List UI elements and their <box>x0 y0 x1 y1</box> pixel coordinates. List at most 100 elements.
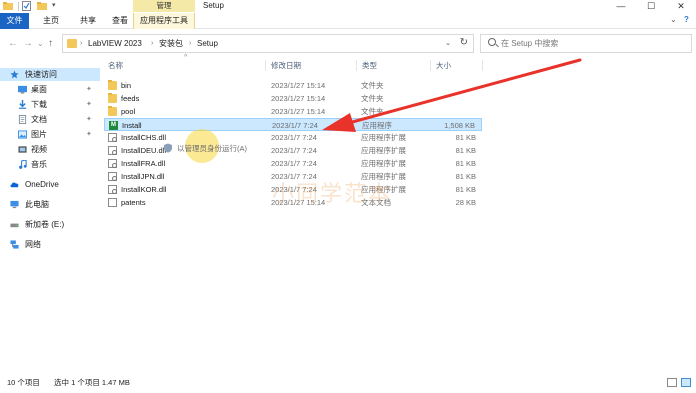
window-title: Setup <box>203 1 224 10</box>
file-date: 2023/1/7 7:24 <box>271 159 317 168</box>
help-icon[interactable]: ? <box>684 15 689 24</box>
column-header-name[interactable]: 名称 <box>108 61 123 71</box>
sidebar-item-label: 新加卷 (E:) <box>25 220 65 229</box>
tab-home[interactable]: 主页 <box>36 13 66 29</box>
document-icon <box>18 115 27 124</box>
run-as-admin-tooltip: 以管理员身份运行(A) <box>177 144 247 153</box>
file-type: 文件夹 <box>361 81 384 90</box>
column-divider[interactable] <box>482 60 483 71</box>
address-history-dropdown[interactable]: ⌄ <box>445 38 451 49</box>
pin-icon: ✦ <box>86 86 92 93</box>
tab-share[interactable]: 共享 <box>73 13 103 29</box>
file-row-installchs[interactable]: InstallCHS.dll 2023/1/7 7:24 应用程序扩展 81 K… <box>104 131 482 144</box>
address-bar[interactable]: › LabVIEW 2023 › 安装包 › Setup ⌄ ↻ <box>62 34 474 53</box>
customize-quick-access-icon[interactable]: ▾ <box>52 1 58 11</box>
tab-application-tools[interactable]: 应用程序工具 <box>133 13 195 29</box>
search-box[interactable]: 在 Setup 中搜索 <box>480 34 692 53</box>
sidebar-item-network[interactable]: 网络 <box>0 238 100 251</box>
drive-icon <box>10 223 19 228</box>
breadcrumb-installer[interactable]: 安装包 <box>159 38 183 49</box>
sidebar-item-label: 文档 <box>31 115 47 124</box>
file-date: 2023/1/7 7:24 <box>271 133 317 142</box>
dll-icon <box>108 159 117 168</box>
column-divider[interactable] <box>265 60 266 71</box>
file-date: 2023/1/27 15:14 <box>271 94 326 103</box>
minimize-button[interactable]: — <box>606 0 636 12</box>
breadcrumb-labview-2023[interactable]: LabVIEW 2023 <box>88 38 142 49</box>
pin-icon: ✦ <box>86 116 92 123</box>
file-row-installdeu[interactable]: InstallDEU.dll 2023/1/7 7:24 应用程序扩展 81 K… <box>104 144 482 157</box>
file-type: 应用程序扩展 <box>361 133 406 142</box>
sidebar-item-label: 快速访问 <box>25 70 57 79</box>
file-type: 文件夹 <box>361 107 384 116</box>
expand-ribbon-icon[interactable]: ⌄ <box>670 15 677 24</box>
sidebar-item-drive-e[interactable]: 新加卷 (E:) <box>0 218 100 231</box>
quick-access-divider <box>18 2 19 11</box>
dll-icon <box>108 133 117 142</box>
sidebar-item-videos[interactable]: 视频 <box>0 143 100 156</box>
sidebar-item-documents[interactable]: 文档 ✦ <box>0 113 100 126</box>
column-header-size[interactable]: 大小 <box>436 61 451 71</box>
tab-file[interactable]: 文件 <box>0 13 29 29</box>
new-folder-icon[interactable] <box>37 1 47 11</box>
recent-locations-button[interactable]: ⌄ <box>37 39 44 49</box>
sidebar-item-this-pc[interactable]: 此电脑 <box>0 198 100 211</box>
forward-button[interactable]: → <box>23 39 33 49</box>
sidebar-item-desktop[interactable]: 桌面 ✦ <box>0 83 100 96</box>
up-button[interactable]: ↑ <box>48 39 53 49</box>
folder-icon <box>108 93 117 103</box>
folder-icon <box>108 80 117 90</box>
column-divider[interactable] <box>430 60 431 71</box>
file-date: 2023/1/27 15:14 <box>271 107 326 116</box>
manage-context-tab[interactable]: 管理 <box>133 0 195 12</box>
sidebar-item-label: OneDrive <box>25 180 59 189</box>
sidebar-item-downloads[interactable]: 下载 ✦ <box>0 98 100 111</box>
text-file-icon <box>108 198 117 207</box>
sidebar-item-pictures[interactable]: 图片 ✦ <box>0 128 100 141</box>
breadcrumb-separator: › <box>151 40 154 47</box>
dll-icon <box>108 185 117 194</box>
sidebar-item-label: 音乐 <box>31 160 47 169</box>
star-icon <box>10 70 19 79</box>
file-name: InstallFRA.dll <box>121 159 166 168</box>
close-button[interactable]: ✕ <box>666 0 696 12</box>
file-name: InstallDEU.dll <box>121 146 167 155</box>
sidebar-item-quick-access[interactable]: 快速访问 <box>0 68 100 81</box>
item-count: 10 个项目 <box>7 378 40 387</box>
tab-view[interactable]: 查看 <box>108 13 132 29</box>
file-size: 81 KB <box>455 146 476 155</box>
search-placeholder: 在 Setup 中搜索 <box>501 39 559 48</box>
sidebar-item-music[interactable]: 音乐 <box>0 158 100 171</box>
ribbon-tabs: 文件 主页 共享 查看 应用程序工具 ⌄ ? <box>0 13 696 29</box>
column-header-row: 名称 修改日期 类型 大小 <box>100 58 696 72</box>
column-header-date[interactable]: 修改日期 <box>271 61 301 71</box>
breadcrumb-separator: › <box>189 40 192 47</box>
file-row-feeds[interactable]: feeds 2023/1/27 15:14 文件夹 <box>104 92 482 105</box>
file-name: bin <box>121 81 132 90</box>
back-button[interactable]: ← <box>8 39 18 49</box>
file-row-installfra[interactable]: InstallFRA.dll 2023/1/7 7:24 应用程序扩展 81 K… <box>104 157 482 170</box>
file-type: 应用程序扩展 <box>361 146 406 155</box>
large-icons-view-icon[interactable] <box>681 378 691 387</box>
dll-icon <box>108 146 117 155</box>
refresh-icon[interactable]: ↻ <box>460 37 468 49</box>
details-view-icon[interactable] <box>667 378 677 387</box>
file-size: 28 KB <box>455 198 476 207</box>
column-divider[interactable] <box>356 60 357 71</box>
breadcrumb-separator: › <box>80 40 83 47</box>
file-type: 应用程序扩展 <box>361 159 406 168</box>
sidebar-item-label: 图片 <box>31 130 47 139</box>
file-row-bin[interactable]: bin 2023/1/27 15:14 文件夹 <box>104 79 482 92</box>
computer-icon <box>10 200 19 209</box>
column-header-type[interactable]: 类型 <box>362 61 377 71</box>
sidebar-item-label: 桌面 <box>31 85 47 94</box>
sidebar-item-label: 网络 <box>25 240 41 249</box>
breadcrumb-setup[interactable]: Setup <box>197 38 218 49</box>
file-row-install[interactable]: M Install 2023/1/7 7:24 应用程序 1,508 KB <box>104 118 482 131</box>
file-name: pool <box>121 107 136 116</box>
sidebar-item-onedrive[interactable]: OneDrive <box>0 178 100 191</box>
file-row-pool[interactable]: pool 2023/1/27 15:14 文件夹 <box>104 105 482 118</box>
maximize-button[interactable]: ☐ <box>636 0 666 12</box>
file-name: InstallJPN.dll <box>121 172 165 181</box>
properties-icon[interactable] <box>22 1 31 11</box>
